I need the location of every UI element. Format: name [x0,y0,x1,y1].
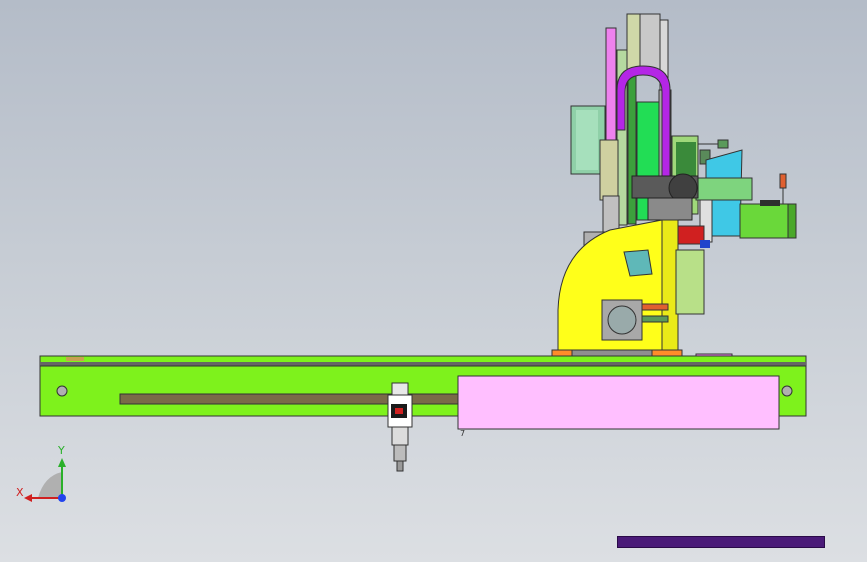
spindle-icon[interactable] [387,382,413,472]
progress-bar [617,536,825,548]
x-axis-label: X [16,486,24,499]
part-label: 7 [460,429,465,438]
beam-end-hole-left [56,385,68,397]
beam-slot [119,393,466,405]
cad-viewport[interactable]: 7 Y X [0,0,867,562]
beam-end-hole-right [781,385,793,397]
triad-icon: Y X [16,444,66,502]
y-axis-label: Y [57,444,65,457]
cover-panel[interactable]: 7 [457,375,780,438]
